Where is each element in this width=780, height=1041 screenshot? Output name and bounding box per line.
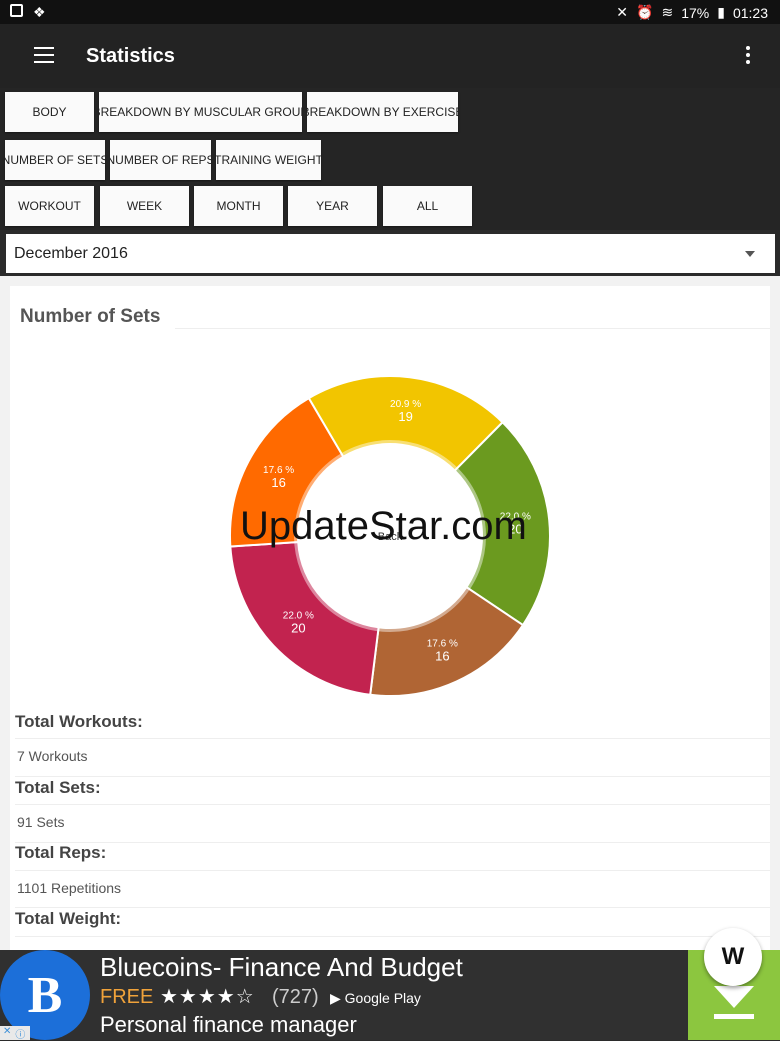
divider: [15, 907, 770, 908]
statistics-card: Number of Sets 22.0 % 20 17.6 % 16 22.0 % 20 1…: [10, 286, 770, 950]
ad-rating-stars: ★★★★☆: [160, 986, 255, 1008]
total-sets-label: Total Sets:: [15, 778, 101, 797]
divider: [15, 776, 770, 777]
ad-title[interactable]: Bluecoins- Finance And Budget: [100, 952, 463, 983]
google-play-badge: ▶ Google Play: [330, 990, 421, 1007]
muscular-group-button[interactable]: BREAKDOWN BY MUSCULAR GROUP: [99, 92, 302, 132]
slice-value-label: 20: [508, 521, 522, 536]
total-reps-label: Total Reps:: [15, 843, 107, 862]
year-button[interactable]: YEAR: [288, 186, 377, 226]
divider: [15, 936, 770, 937]
total-workouts-label: Total Workouts:: [15, 712, 143, 731]
card-title: Number of Sets: [20, 306, 161, 327]
body-button[interactable]: BODY: [5, 92, 94, 132]
clock: 01:23: [732, 4, 768, 21]
total-reps-value: 1101 Repetitions: [17, 880, 122, 896]
total-workouts-value: 7 Workouts: [17, 748, 88, 764]
number-of-reps-button[interactable]: NUMBER OF REPS: [110, 140, 211, 180]
ad-advertiser-icon[interactable]: W: [704, 928, 762, 986]
ad-subtitle: Personal finance manager: [100, 1012, 357, 1037]
exercise-button[interactable]: BREAKDOWN BY EXERCISE: [307, 92, 458, 132]
dropbox-icon: ❖: [33, 4, 46, 20]
slice-value-label: 20: [291, 620, 305, 635]
training-weight-button[interactable]: TRAINING WEIGHT: [216, 140, 321, 180]
alarm-icon: ⏰: [636, 4, 654, 20]
period-dropdown-value: December 2016: [14, 245, 128, 262]
chevron-down-icon: [745, 251, 755, 257]
title-divider: [175, 328, 770, 329]
slice-value-label: 16: [435, 649, 449, 664]
gallery-icon: [10, 4, 23, 17]
period-button-row: WORKOUT WEEK MONTH YEAR ALL: [0, 182, 780, 230]
mute-icon: ✕: [616, 4, 629, 20]
ad-banner[interactable]: B Bluecoins- Finance And Budget FREE ★★★…: [0, 950, 780, 1040]
divider: [15, 842, 770, 843]
divider: [15, 804, 770, 805]
total-sets-value: 91 Sets: [17, 814, 65, 830]
number-of-sets-button[interactable]: NUMBER OF SETS: [5, 140, 105, 180]
week-button[interactable]: WEEK: [100, 186, 189, 226]
close-icon[interactable]: ✕: [3, 1026, 11, 1040]
slice-value-label: 19: [398, 409, 412, 424]
breakdown-button-row: BODY BREAKDOWN BY MUSCULAR GROUP BREAKDO…: [0, 88, 780, 136]
battery-icon: ▮: [717, 4, 725, 20]
ad-price: FREE: [100, 986, 154, 1008]
all-button[interactable]: ALL: [383, 186, 472, 226]
page-title: Statistics: [86, 45, 175, 67]
store-label: Google Play: [344, 990, 421, 1006]
total-weight-label: Total Weight:: [15, 909, 122, 928]
more-vert-icon[interactable]: [746, 46, 752, 67]
donut-center-label: Back: [378, 531, 403, 543]
ad-rating-count: (727): [272, 986, 319, 1008]
hamburger-icon[interactable]: [34, 47, 54, 65]
status-bar: ❖ ✕ ⏰ ≋ 17% ▮ 01:23: [0, 0, 780, 24]
period-dropdown[interactable]: December 2016: [6, 234, 775, 273]
wifi-icon: ≋: [661, 4, 674, 20]
download-icon: [714, 986, 754, 1008]
info-icon[interactable]: ⓘ: [15, 1026, 25, 1041]
ad-choices[interactable]: ✕ ⓘ: [0, 1026, 30, 1041]
play-icon: ▶: [330, 990, 345, 1006]
divider: [15, 738, 770, 739]
metric-button-row: NUMBER OF SETS NUMBER OF REPS TRAINING W…: [0, 136, 780, 184]
donut-chart[interactable]: 22.0 %2017.6 %1622.0 %2017.6 %1620.9 %19…: [220, 366, 560, 706]
app-bar: Statistics: [0, 24, 780, 88]
slice-value-label: 16: [271, 475, 285, 490]
battery-percent: 17%: [681, 4, 710, 21]
divider: [15, 870, 770, 871]
month-button[interactable]: MONTH: [194, 186, 283, 226]
content-area: Number of Sets 22.0 % 20 17.6 % 16 22.0 % 20 1…: [0, 276, 780, 950]
workout-button[interactable]: WORKOUT: [5, 186, 94, 226]
